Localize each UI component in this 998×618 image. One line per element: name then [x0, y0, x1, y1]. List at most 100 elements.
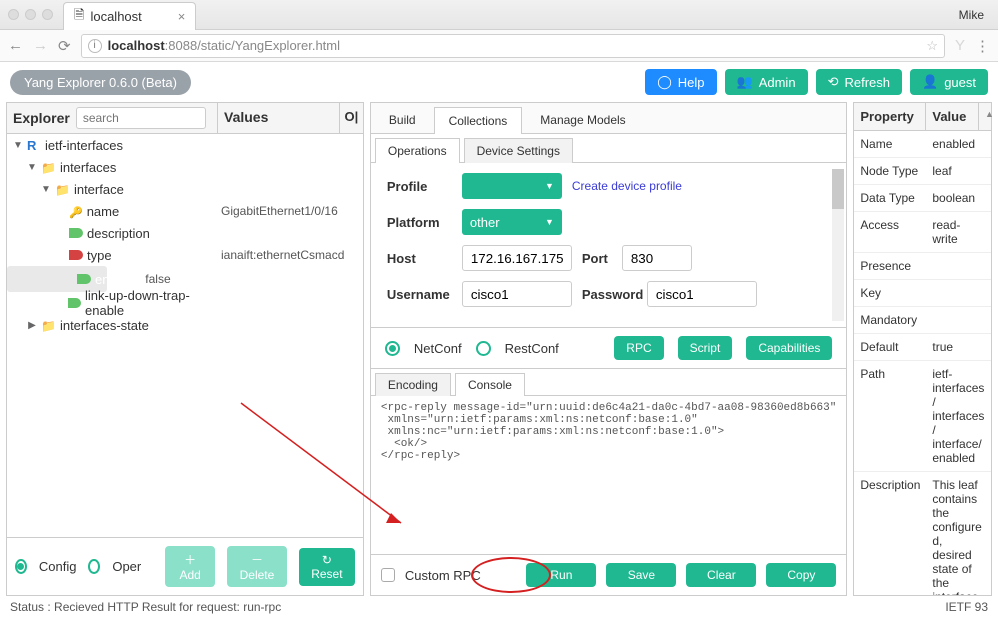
tab-manage-models[interactable]: Manage Models [526, 107, 639, 134]
profile-label: Profile [387, 179, 452, 194]
scrollbar-thumb[interactable] [832, 169, 844, 209]
operations-panel: Build Collections Manage Models Operatio… [370, 102, 847, 596]
run-button[interactable]: Run [526, 563, 596, 587]
reload-icon[interactable]: ⟳ [58, 37, 71, 55]
menu-icon[interactable]: ⋮ [975, 37, 990, 55]
port-input[interactable] [622, 245, 692, 271]
tree-row[interactable]: ▼interface [7, 178, 363, 200]
netconf-radio[interactable] [385, 341, 400, 356]
tree-row[interactable]: ▶interfaces-state [7, 314, 363, 336]
tree-row[interactable]: link-up-down-trap-enable [7, 292, 363, 314]
window-controls [8, 9, 53, 20]
value-header: Value [926, 103, 978, 130]
profile-select[interactable] [462, 173, 562, 199]
rpc-button[interactable]: RPC [614, 336, 663, 360]
tree-row[interactable]: typeianaift:ethernetCsmacd [7, 244, 363, 266]
property-row: Data Typeboolean [854, 185, 991, 212]
property-name: Path [854, 361, 926, 471]
help-button[interactable]: ◯Help [645, 69, 716, 95]
delete-button[interactable]: － Delete [227, 546, 287, 587]
search-input[interactable] [76, 107, 206, 129]
op-column-header: O| [339, 103, 363, 133]
forward-icon[interactable]: → [33, 37, 48, 54]
tab-collections[interactable]: Collections [434, 107, 523, 134]
script-button[interactable]: Script [678, 336, 733, 360]
property-name: Name [854, 131, 926, 157]
property-name: Data Type [854, 185, 926, 211]
bookmark-icon[interactable]: ☆ [926, 38, 938, 54]
platform-select[interactable]: other [462, 209, 562, 235]
clear-button[interactable]: Clear [686, 563, 756, 587]
tree-row[interactable]: ▼Rietf-interfaces [7, 134, 363, 156]
guest-button[interactable]: 👤guest [910, 69, 988, 95]
container-icon [41, 160, 56, 175]
explorer-panel: Explorer Values O| ▼Rietf-interfaces ▼in… [6, 102, 364, 596]
port-label: Port [582, 251, 612, 266]
host-input[interactable] [462, 245, 572, 271]
config-radio[interactable] [15, 559, 27, 574]
status-bar: Status : Recieved HTTP Result for reques… [0, 596, 998, 618]
url-input[interactable]: i localhost :8088/static/YangExplorer.ht… [81, 34, 945, 58]
users-icon: 👥 [737, 74, 753, 90]
property-value: This leaf contains the configured, desir… [926, 472, 991, 595]
tree-row[interactable]: nameGigabitEthernet1/0/16 [7, 200, 363, 222]
capabilities-button[interactable]: Capabilities [746, 336, 832, 360]
property-row: Accessread-write [854, 212, 991, 253]
scroll-up-icon[interactable]: ▲ [978, 103, 991, 130]
refresh-icon: ⟲ [828, 74, 839, 90]
leaf-icon [69, 250, 83, 260]
maximize-window-icon[interactable] [42, 9, 53, 20]
property-row: Defaulttrue [854, 334, 991, 361]
app-toolbar: Yang Explorer 0.6.0 (Beta) ◯Help 👥Admin … [0, 62, 998, 102]
property-value: read-write [926, 212, 991, 252]
yang-tree: ▼Rietf-interfaces ▼interfaces ▼interface… [7, 134, 363, 537]
close-tab-icon[interactable]: × [178, 9, 186, 24]
browser-tab-strip: 🗎 localhost × Mike [0, 0, 998, 30]
netconf-label: NetConf [414, 341, 462, 356]
site-info-icon[interactable]: i [88, 39, 102, 53]
restconf-label: RestConf [505, 341, 559, 356]
container-icon [41, 318, 56, 333]
copy-button[interactable]: Copy [766, 563, 836, 587]
values-column-header: Values [217, 103, 339, 133]
minimize-window-icon[interactable] [25, 9, 36, 20]
property-value: leaf [926, 158, 991, 184]
property-name: Default [854, 334, 926, 360]
close-window-icon[interactable] [8, 9, 19, 20]
status-right: IETF 93 [945, 600, 988, 614]
property-value [926, 253, 991, 279]
oper-radio[interactable] [88, 559, 100, 574]
url-path: :8088/static/YangExplorer.html [165, 38, 340, 53]
add-button[interactable]: ＋ Add [165, 546, 215, 587]
url-host: localhost [108, 38, 165, 53]
password-input[interactable] [647, 281, 757, 307]
tab-title: localhost [90, 9, 141, 24]
custom-rpc-label: Custom RPC [405, 568, 481, 583]
host-label: Host [387, 251, 452, 266]
property-row: DescriptionThis leaf contains the config… [854, 472, 991, 595]
password-label: Password [582, 287, 637, 302]
browser-profile[interactable]: Mike [959, 8, 990, 22]
app-version-badge: Yang Explorer 0.6.0 (Beta) [10, 70, 191, 95]
tree-row[interactable]: ▼interfaces [7, 156, 363, 178]
console-output: <rpc-reply message-id="urn:uuid:de6c4a21… [371, 396, 846, 554]
restconf-radio[interactable] [476, 341, 491, 356]
save-button[interactable]: Save [606, 563, 676, 587]
tab-build[interactable]: Build [375, 107, 430, 134]
browser-tab[interactable]: 🗎 localhost × [63, 2, 196, 30]
subtab-operations[interactable]: Operations [375, 138, 460, 163]
back-icon[interactable]: ← [8, 37, 23, 54]
tab-encoding[interactable]: Encoding [375, 373, 451, 396]
tree-row[interactable]: description [7, 222, 363, 244]
refresh-button[interactable]: ⟲Refresh [816, 69, 902, 95]
subtab-device-settings[interactable]: Device Settings [464, 138, 573, 163]
reset-button[interactable]: ↻ Reset [299, 548, 355, 586]
extension-icon[interactable]: Y [955, 37, 965, 54]
custom-rpc-checkbox[interactable] [381, 568, 395, 582]
username-input[interactable] [462, 281, 572, 307]
create-profile-link[interactable]: Create device profile [572, 179, 682, 193]
leaf-icon [77, 274, 91, 284]
tab-console[interactable]: Console [455, 373, 525, 396]
admin-button[interactable]: 👥Admin [725, 69, 808, 95]
list-icon [55, 182, 70, 197]
